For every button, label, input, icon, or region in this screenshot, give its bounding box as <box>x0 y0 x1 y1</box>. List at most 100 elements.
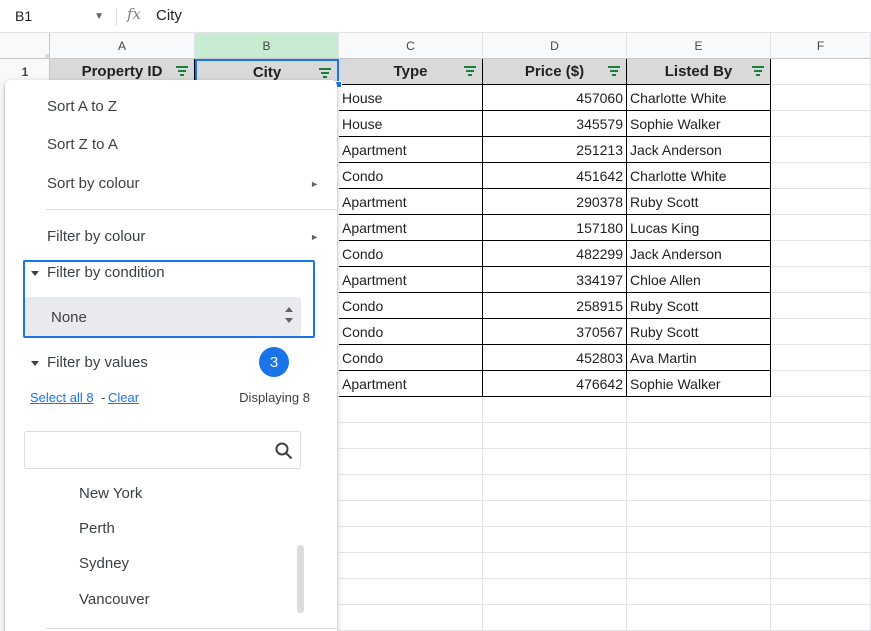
cell-listed-by[interactable]: Charlotte White <box>627 163 771 189</box>
cell-type[interactable]: Condo <box>339 345 483 371</box>
empty-cell[interactable] <box>771 345 871 371</box>
cell-type[interactable]: Apartment <box>339 137 483 163</box>
cell-price[interactable]: 258915 <box>483 293 627 319</box>
sort-a-to-z[interactable]: Sort A to Z <box>47 98 117 115</box>
value-item-new-york[interactable]: New York <box>79 485 142 502</box>
empty-cell[interactable] <box>771 241 871 267</box>
expand-triangle-icon[interactable] <box>31 271 39 276</box>
empty-cell[interactable] <box>771 111 871 137</box>
cell-price[interactable]: 157180 <box>483 215 627 241</box>
empty-cell[interactable] <box>339 423 483 449</box>
empty-cell[interactable] <box>483 605 627 631</box>
condition-select[interactable]: None <box>25 297 301 336</box>
cell-listed-by[interactable]: Charlotte White <box>627 85 771 111</box>
column-header-f[interactable]: F <box>771 33 871 59</box>
column-header-c[interactable]: C <box>339 33 483 59</box>
cell-type[interactable]: House <box>339 111 483 137</box>
cell-listed-by[interactable]: Ruby Scott <box>627 293 771 319</box>
empty-cell[interactable] <box>771 163 871 189</box>
empty-cell[interactable] <box>627 423 771 449</box>
cell-price[interactable]: 251213 <box>483 137 627 163</box>
cell-type[interactable]: Apartment <box>339 189 483 215</box>
empty-cell[interactable] <box>483 397 627 423</box>
value-item-perth[interactable]: Perth <box>79 520 115 537</box>
empty-cell[interactable] <box>771 449 871 475</box>
empty-cell[interactable] <box>771 605 871 631</box>
empty-cell[interactable] <box>339 449 483 475</box>
empty-cell[interactable] <box>771 267 871 293</box>
filter-icon[interactable] <box>607 65 621 77</box>
cell-listed-by[interactable]: Sophie Walker <box>627 371 771 397</box>
cell-listed-by[interactable]: Lucas King <box>627 215 771 241</box>
empty-cell[interactable] <box>339 553 483 579</box>
filter-icon[interactable] <box>175 65 189 77</box>
cell-price[interactable]: 457060 <box>483 85 627 111</box>
filter-icon[interactable] <box>751 65 765 77</box>
cell-type[interactable]: Apartment <box>339 267 483 293</box>
empty-cell[interactable] <box>771 501 871 527</box>
cell-listed-by[interactable]: Jack Anderson <box>627 241 771 267</box>
cell-price[interactable]: 370567 <box>483 319 627 345</box>
empty-cell[interactable] <box>483 475 627 501</box>
filter-by-colour[interactable]: Filter by colour <box>47 228 317 245</box>
cell-price[interactable]: 334197 <box>483 267 627 293</box>
empty-cell[interactable] <box>627 475 771 501</box>
cell-price[interactable]: 290378 <box>483 189 627 215</box>
clear-link[interactable]: Clear <box>108 390 139 405</box>
cell-listed-by[interactable]: Chloe Allen <box>627 267 771 293</box>
empty-cell[interactable] <box>627 397 771 423</box>
empty-cell[interactable] <box>771 59 871 85</box>
value-item-vancouver[interactable]: Vancouver <box>79 591 150 608</box>
empty-cell[interactable] <box>627 501 771 527</box>
empty-cell[interactable] <box>483 449 627 475</box>
cell-listed-by[interactable]: Sophie Walker <box>627 111 771 137</box>
select-all-link[interactable]: Select all 8 <box>30 390 94 405</box>
cell-price[interactable]: 482299 <box>483 241 627 267</box>
empty-cell[interactable] <box>771 319 871 345</box>
cell-price[interactable]: 452803 <box>483 345 627 371</box>
empty-cell[interactable] <box>627 605 771 631</box>
name-box[interactable]: B1 ▼ <box>6 3 110 29</box>
empty-cell[interactable] <box>771 189 871 215</box>
cell-listed-by[interactable]: Jack Anderson <box>627 137 771 163</box>
value-item-sydney[interactable]: Sydney <box>79 555 129 572</box>
sort-by-colour[interactable]: Sort by colour <box>47 175 317 192</box>
empty-cell[interactable] <box>771 579 871 605</box>
empty-cell[interactable] <box>483 553 627 579</box>
empty-cell[interactable] <box>771 397 871 423</box>
cell-type[interactable]: Condo <box>339 319 483 345</box>
values-scrollbar[interactable] <box>297 545 304 613</box>
sort-z-to-a[interactable]: Sort Z to A <box>47 136 118 153</box>
filter-by-condition-toggle[interactable]: Filter by condition <box>47 264 165 281</box>
empty-cell[interactable] <box>771 137 871 163</box>
empty-cell[interactable] <box>627 579 771 605</box>
column-header-a[interactable]: A <box>50 33 195 59</box>
empty-cell[interactable] <box>771 527 871 553</box>
chevron-down-icon[interactable]: ▼ <box>94 11 104 22</box>
empty-cell[interactable] <box>771 215 871 241</box>
cell-listed-by[interactable]: Ava Martin <box>627 345 771 371</box>
empty-cell[interactable] <box>339 501 483 527</box>
cell-type[interactable]: House <box>339 85 483 111</box>
empty-cell[interactable] <box>483 579 627 605</box>
cell-listed-by[interactable]: Ruby Scott <box>627 189 771 215</box>
empty-cell[interactable] <box>771 293 871 319</box>
empty-cell[interactable] <box>339 397 483 423</box>
header-cell-type[interactable]: Type <box>339 59 483 85</box>
empty-cell[interactable] <box>771 423 871 449</box>
empty-cell[interactable] <box>771 371 871 397</box>
filter-icon[interactable] <box>318 67 332 79</box>
cell-type[interactable]: Apartment <box>339 215 483 241</box>
header-cell-listed-by[interactable]: Listed By <box>627 59 771 85</box>
empty-cell[interactable] <box>483 423 627 449</box>
cell-price[interactable]: 345579 <box>483 111 627 137</box>
empty-cell[interactable] <box>771 85 871 111</box>
empty-cell[interactable] <box>483 527 627 553</box>
expand-triangle-icon[interactable] <box>31 361 39 366</box>
cell-price[interactable]: 451642 <box>483 163 627 189</box>
filter-by-values-toggle[interactable]: Filter by values <box>47 354 148 371</box>
empty-cell[interactable] <box>627 527 771 553</box>
formula-input[interactable]: City <box>156 7 182 24</box>
empty-cell[interactable] <box>339 475 483 501</box>
header-cell-price[interactable]: Price ($) <box>483 59 627 85</box>
